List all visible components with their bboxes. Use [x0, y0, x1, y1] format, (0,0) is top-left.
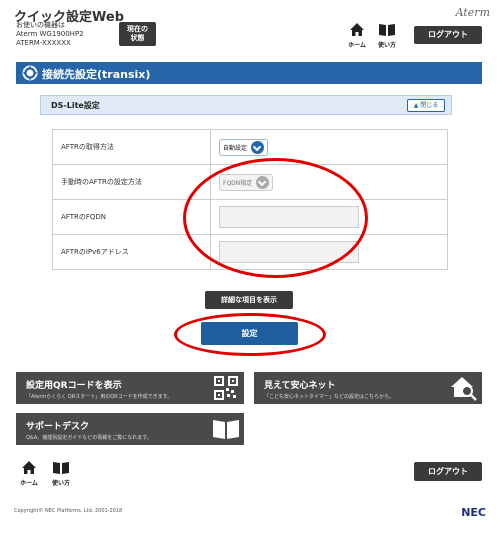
qr-code-tile[interactable]: 設定用QRコードを表示 「Atermらくらく QRスタート」用のQRコードを作成… — [16, 372, 244, 404]
footer-home-nav[interactable]: ホーム — [16, 460, 42, 488]
aterm-logo: Aterm — [455, 6, 490, 19]
net-tile-desc: 「こども安心ネットタイマー」などの設定はこちらから。 — [264, 394, 395, 400]
current-status-button[interactable]: 現在の 状態 — [119, 22, 156, 46]
chevron-down-icon — [251, 140, 265, 154]
section-title: 接続先設定(transix) — [42, 68, 151, 81]
current-status-label-1: 現在の — [127, 25, 148, 33]
book-icon — [379, 24, 395, 36]
table-row: AFTRのIPv6アドレス — [52, 234, 448, 270]
row-value — [210, 234, 448, 270]
close-panel-label: 閉じる — [420, 102, 439, 109]
house-search-icon — [451, 377, 477, 401]
manual-aftr-method-select[interactable]: FQDN指定 — [219, 173, 274, 191]
support-desk-tile[interactable]: サポートデスク Q&A、機能別設定ガイドなどの情報をご覧になれます。 — [16, 413, 244, 445]
chevron-down-icon — [256, 175, 270, 189]
select-value: FQDN指定 — [223, 179, 253, 187]
support-tile-title: サポートデスク — [26, 422, 90, 432]
usage-nav[interactable]: 使い方 — [374, 22, 400, 50]
close-panel-button[interactable]: ▲ 閉じる — [407, 99, 445, 112]
current-status-label-2: 状態 — [130, 34, 145, 42]
footer-logout-button[interactable]: ログアウト — [414, 462, 482, 481]
device-info-line1: お使いの機器は — [16, 21, 65, 29]
row-value: FQDN指定 — [210, 164, 448, 200]
home-icon — [22, 461, 36, 474]
qr-tile-desc: 「Atermらくらく QRスタート」用のQRコードを作成できます。 — [26, 394, 173, 400]
apply-button[interactable]: 設定 — [201, 322, 298, 345]
nec-logo: NEC — [461, 506, 486, 519]
logout-button[interactable]: ログアウト — [414, 26, 482, 44]
row-label: 手動時のAFTRの設定方法 — [52, 164, 211, 200]
book-icon — [53, 462, 69, 474]
device-info-name: ATERM-XXXXXX — [16, 39, 71, 47]
home-nav[interactable]: ホーム — [344, 22, 370, 50]
show-details-button[interactable]: 詳細な項目を表示 — [205, 291, 293, 309]
table-row: AFTRのFQDN — [52, 199, 448, 235]
footer-home-label: ホーム — [20, 480, 38, 487]
section-banner: 接続先設定(transix) — [16, 62, 482, 84]
book-icon — [213, 420, 239, 439]
device-info: お使いの機器は Aterm WG1900HP2 ATERM-XXXXXX — [16, 21, 84, 48]
row-label: AFTRのIPv6アドレス — [52, 234, 211, 270]
row-label: AFTRのFQDN — [52, 199, 211, 235]
header: クイック設定Web お使いの機器は Aterm WG1900HP2 ATERM-… — [0, 0, 500, 58]
settings-table: AFTRの取得方法 自動設定 手動時のAFTRの設定方法 FQDN指定 AFTR… — [52, 129, 448, 270]
panel-title: DS-Lite設定 — [51, 101, 100, 110]
device-info-model: Aterm WG1900HP2 — [16, 30, 84, 38]
aftr-fqdn-input[interactable] — [219, 206, 359, 228]
select-value: 自動設定 — [223, 144, 248, 152]
chevron-up-icon: ▲ — [413, 102, 419, 109]
footer-usage-label: 使い方 — [51, 480, 70, 487]
home-label: ホーム — [348, 42, 366, 49]
row-label: AFTRの取得方法 — [52, 129, 211, 165]
net-tile-title: 見えて安心ネット — [264, 381, 336, 391]
table-row: AFTRの取得方法 自動設定 — [52, 129, 448, 165]
usage-label: 使い方 — [377, 42, 396, 49]
copyright: Copyright© NEC Platforms, Ltd. 2001-2018 — [14, 508, 123, 514]
row-value — [210, 199, 448, 235]
aftr-ipv6-input[interactable] — [219, 241, 359, 263]
footer-usage-nav[interactable]: 使い方 — [48, 460, 74, 488]
gear-icon — [22, 65, 38, 81]
support-tile-desc: Q&A、機能別設定ガイドなどの情報をご覧になれます。 — [26, 435, 152, 441]
safe-net-tile[interactable]: 見えて安心ネット 「こども安心ネットタイマー」などの設定はこちらから。 — [254, 372, 482, 404]
row-value: 自動設定 — [210, 129, 448, 165]
qr-tile-title: 設定用QRコードを表示 — [26, 381, 122, 391]
aftr-method-select[interactable]: 自動設定 — [219, 138, 269, 156]
table-row: 手動時のAFTRの設定方法 FQDN指定 — [52, 164, 448, 200]
qr-code-icon — [214, 376, 238, 400]
ds-lite-panel-header: DS-Lite設定 ▲ 閉じる — [40, 95, 452, 115]
home-icon — [350, 23, 364, 36]
